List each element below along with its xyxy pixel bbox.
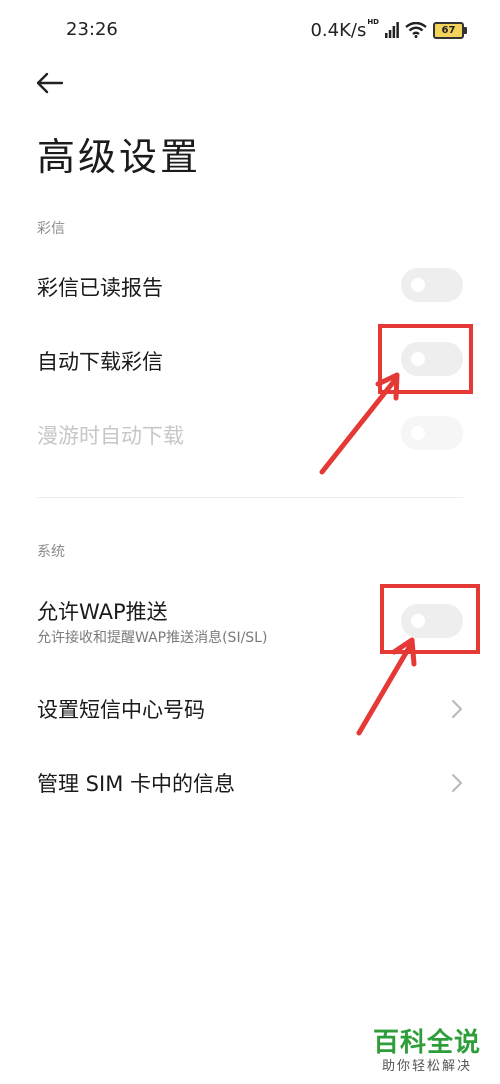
watermark-tagline: 助你轻松解决 — [382, 1059, 473, 1074]
read-report-toggle[interactable] — [401, 268, 463, 302]
hd-badge: HD — [367, 18, 379, 26]
chevron-right-icon — [452, 774, 462, 792]
status-time: 23:26 — [66, 19, 118, 40]
battery-icon: 67 — [433, 21, 467, 39]
setting-read-report[interactable]: 彩信已读报告 — [0, 256, 500, 316]
setting-sim-messages[interactable]: 管理 SIM 卡中的信息 — [0, 752, 500, 812]
signal-icon — [385, 22, 399, 38]
setting-label: 彩信已读报告 — [37, 276, 163, 300]
watermark-logo: 百科全说 — [373, 1028, 482, 1058]
section-header-system: 系统 — [37, 544, 65, 560]
roaming-download-toggle — [401, 416, 463, 450]
toggle-knob — [411, 278, 425, 292]
status-bar: 23:26 0.4K/s HD 67 — [0, 0, 500, 60]
setting-label: 管理 SIM 卡中的信息 — [37, 772, 235, 796]
setting-smsc[interactable]: 设置短信中心号码 — [0, 678, 500, 738]
setting-label: 漫游时自动下载 — [37, 424, 184, 448]
chevron-right-icon — [452, 700, 462, 718]
setting-label: 自动下载彩信 — [37, 350, 163, 374]
wifi-icon — [405, 22, 427, 38]
page-title: 高级设置 — [37, 135, 202, 179]
setting-subtitle: 允许接收和提醒WAP推送消息(SI/SL) — [37, 630, 268, 646]
back-arrow-icon — [36, 72, 64, 94]
network-speed: 0.4K/s — [310, 19, 367, 41]
back-button[interactable] — [30, 66, 70, 100]
section-header-mms: 彩信 — [37, 221, 65, 237]
status-indicators: 0.4K/s HD 67 — [310, 17, 467, 43]
setting-label: 设置短信中心号码 — [37, 698, 205, 722]
toggle-knob — [411, 426, 425, 440]
section-divider — [37, 497, 463, 498]
annotation-box-wap-push — [380, 584, 480, 654]
setting-roaming-download: 漫游时自动下载 — [0, 404, 500, 464]
battery-level: 67 — [441, 24, 456, 36]
annotation-box-auto-download — [378, 324, 473, 394]
setting-label: 允许WAP推送 — [37, 600, 168, 624]
